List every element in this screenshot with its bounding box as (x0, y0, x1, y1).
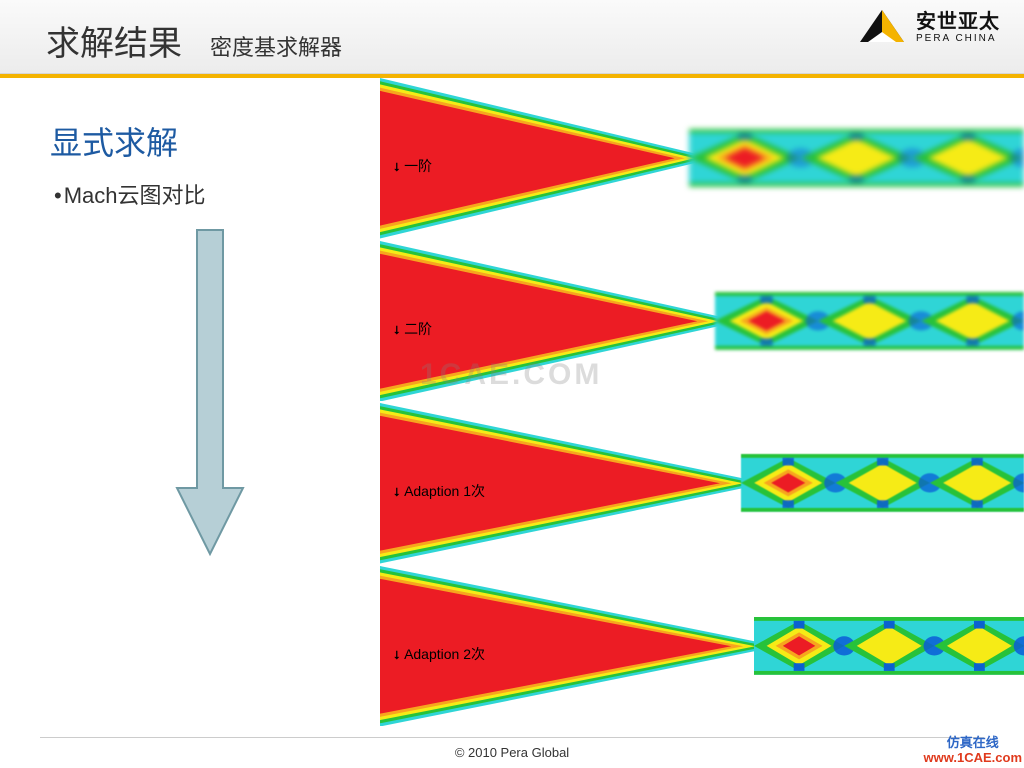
corner-wm-zh: 仿真在线 (924, 735, 1022, 751)
arrow-path (177, 230, 243, 554)
section-subheading: 显式求解 (50, 118, 178, 164)
slide-body: 显式求解 Mach云图对比 一阶二阶 Adaption 1次 Adaption 2次… (0, 78, 1024, 728)
channel-contour (715, 292, 1024, 350)
footer-rule (40, 737, 984, 738)
bullet-text: Mach云图对比 (54, 178, 206, 210)
channel-contour (689, 129, 1024, 187)
contour-panel: 二阶 (380, 241, 1024, 404)
red-wedge-icon (380, 241, 741, 402)
channel-contour (754, 617, 1024, 675)
brand-name: 安世亚太 (916, 12, 1000, 33)
corner-watermark: 仿真在线 www.1CAE.com (924, 735, 1022, 766)
slide-header: 求解结果 密度基求解器 安世亚太 PERA CHINA (0, 0, 1024, 74)
panel-label: 二阶 (392, 319, 432, 339)
contour-panel: Adaption 1次 (380, 403, 1024, 566)
contour-stack: 一阶二阶 Adaption 1次 Adaption 2次 (380, 78, 1024, 728)
brand-text: 安世亚太 PERA CHINA (916, 12, 1000, 44)
brand-sub: PERA CHINA (916, 33, 1000, 44)
panel-label: 一阶 (392, 156, 432, 176)
pera-logo-icon (858, 8, 906, 48)
panel-label: Adaption 1次 (392, 481, 485, 501)
corner-wm-url: www.1CAE.com (924, 750, 1022, 766)
down-arrow-icon (175, 228, 245, 563)
title-main: 求解结果 (46, 16, 182, 65)
footer-copyright: © 2010 Pera Global (0, 745, 1024, 760)
contour-panel: 一阶 (380, 78, 1024, 241)
brand-logo: 安世亚太 PERA CHINA (858, 8, 1000, 48)
channel-contour (741, 454, 1024, 512)
panel-label: Adaption 2次 (392, 644, 485, 664)
title-sub: 密度基求解器 (210, 30, 342, 62)
contour-panel: Adaption 2次 (380, 566, 1024, 729)
